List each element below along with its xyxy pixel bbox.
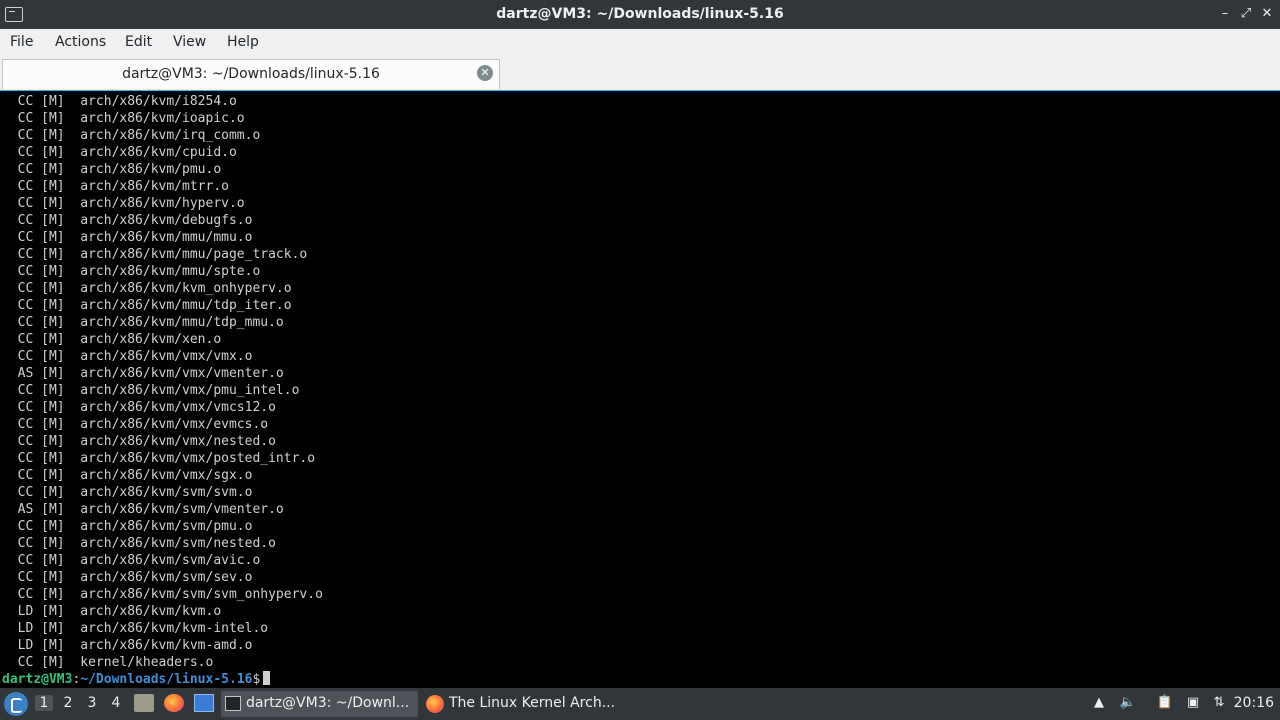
terminal-line: CC [M] arch/x86/kvm/vmx/pmu_intel.o bbox=[2, 383, 300, 398]
menu-edit[interactable]: Edit bbox=[125, 34, 152, 50]
terminal-line: AS [M] arch/x86/kvm/vmx/vmenter.o bbox=[2, 366, 284, 381]
clipboard-icon[interactable]: 📋 bbox=[1156, 694, 1174, 712]
terminal-line: CC [M] arch/x86/kvm/mmu/tdp_mmu.o bbox=[2, 315, 284, 330]
task-terminal[interactable]: dartz@VM3: ~/Downl... bbox=[221, 691, 418, 717]
show-desktop-icon[interactable] bbox=[194, 694, 214, 712]
close-window-icon[interactable]: ✕ bbox=[1259, 6, 1275, 22]
terminal-prompt[interactable]: dartz@VM3:~/Downloads/linux-5.16$ bbox=[2, 671, 323, 688]
menu-actions[interactable]: Actions bbox=[55, 34, 106, 50]
terminal-line: CC [M] arch/x86/kvm/mmu/tdp_iter.o bbox=[2, 298, 292, 313]
window-title: dartz@VM3: ~/Downloads/linux-5.16 bbox=[496, 6, 784, 22]
volume-icon[interactable]: 🔈 bbox=[1119, 694, 1137, 712]
terminal-line: CC [M] arch/x86/kvm/svm/avic.o bbox=[2, 553, 261, 568]
minimize-icon[interactable]: – bbox=[1217, 6, 1233, 22]
terminal-line: CC [M] arch/x86/kvm/vmx/vmcs12.o bbox=[2, 400, 276, 415]
file-manager-icon[interactable] bbox=[134, 694, 154, 712]
workspace-1[interactable]: 1 bbox=[35, 695, 53, 711]
terminal-line: CC [M] arch/x86/kvm/mmu/spte.o bbox=[2, 264, 261, 279]
close-tab-icon[interactable]: ✕ bbox=[477, 65, 493, 81]
menu-file[interactable]: File bbox=[10, 34, 33, 50]
terminal-line: CC [M] arch/x86/kvm/i8254.o bbox=[2, 94, 237, 109]
terminal-line: CC [M] arch/x86/kvm/vmx/posted_intr.o bbox=[2, 451, 316, 466]
terminal-line: LD [M] arch/x86/kvm/kvm-amd.o bbox=[2, 638, 253, 653]
terminal-line: CC [M] arch/x86/kvm/vmx/sgx.o bbox=[2, 468, 253, 483]
menu-bar: File Actions Edit View Help bbox=[0, 29, 1280, 57]
terminal-line: CC [M] arch/x86/kvm/vmx/vmx.o bbox=[2, 349, 253, 364]
display-icon[interactable]: ▣ bbox=[1184, 694, 1202, 712]
terminal-output[interactable]: CC [M] arch/x86/kvm/i8254.o CC [M] arch/… bbox=[0, 90, 1280, 688]
terminal-line: CC [M] arch/x86/kvm/hyperv.o bbox=[2, 196, 245, 211]
terminal-icon bbox=[225, 696, 241, 711]
terminal-line: CC [M] arch/x86/kvm/svm/svm_onhyperv.o bbox=[2, 587, 323, 602]
tab-label: dartz@VM3: ~/Downloads/linux-5.16 bbox=[122, 66, 380, 82]
terminal-line: CC [M] arch/x86/kvm/svm/svm.o bbox=[2, 485, 253, 500]
terminal-line: CC [M] arch/x86/kvm/xen.o bbox=[2, 332, 222, 347]
terminal-line: CC [M] arch/x86/kvm/mmu/mmu.o bbox=[2, 230, 253, 245]
tab-bar: dartz@VM3: ~/Downloads/linux-5.16 ✕ bbox=[0, 57, 1280, 90]
terminal-line: CC [M] arch/x86/kvm/mmu/page_track.o bbox=[2, 247, 308, 262]
prompt-user: dartz@VM3 bbox=[2, 672, 73, 687]
terminal-line: CC [M] kernel/kheaders.o bbox=[2, 655, 214, 670]
terminal-lines: CC [M] arch/x86/kvm/i8254.o CC [M] arch/… bbox=[2, 93, 323, 688]
menu-view[interactable]: View bbox=[173, 34, 206, 50]
terminal-tab[interactable]: dartz@VM3: ~/Downloads/linux-5.16 ✕ bbox=[2, 59, 500, 89]
terminal-line: CC [M] arch/x86/kvm/cpuid.o bbox=[2, 145, 237, 160]
terminal-line: CC [M] arch/x86/kvm/svm/pmu.o bbox=[2, 519, 253, 534]
workspace-4[interactable]: 4 bbox=[107, 695, 125, 711]
workspace-2[interactable]: 2 bbox=[59, 695, 77, 711]
terminal-line: CC [M] arch/x86/kvm/ioapic.o bbox=[2, 111, 245, 126]
terminal-line: CC [M] arch/x86/kvm/vmx/evmcs.o bbox=[2, 417, 269, 432]
taskbar: 1 2 3 4 dartz@VM3: ~/Downl... The Linux … bbox=[0, 688, 1280, 720]
start-menu-icon[interactable] bbox=[4, 692, 28, 716]
task-firefox[interactable]: The Linux Kernel Arch... bbox=[424, 691, 624, 717]
task-terminal-label: dartz@VM3: ~/Downl... bbox=[246, 695, 410, 711]
terminal-line: CC [M] arch/x86/kvm/svm/sev.o bbox=[2, 570, 253, 585]
terminal-line: CC [M] arch/x86/kvm/mtrr.o bbox=[2, 179, 229, 194]
clock[interactable]: 20:16 bbox=[1234, 695, 1274, 711]
terminal-line: CC [M] arch/x86/kvm/irq_comm.o bbox=[2, 128, 261, 143]
title-bar: dartz@VM3: ~/Downloads/linux-5.16 – ⤢ ✕ bbox=[0, 0, 1280, 29]
firefox-icon bbox=[426, 695, 444, 713]
terminal-line: CC [M] arch/x86/kvm/svm/nested.o bbox=[2, 536, 276, 551]
terminal-line: CC [M] arch/x86/kvm/vmx/nested.o bbox=[2, 434, 276, 449]
task-firefox-label: The Linux Kernel Arch... bbox=[449, 695, 616, 711]
prompt-path: ~/Downloads/linux-5.16 bbox=[80, 672, 253, 687]
workspace-3[interactable]: 3 bbox=[83, 695, 101, 711]
text-cursor bbox=[263, 671, 271, 685]
tray-up-arrow-icon[interactable]: ▲ bbox=[1090, 694, 1108, 712]
terminal-line: CC [M] arch/x86/kvm/pmu.o bbox=[2, 162, 222, 177]
menu-help[interactable]: Help bbox=[227, 34, 259, 50]
terminal-line: LD [M] arch/x86/kvm/kvm.o bbox=[2, 604, 222, 619]
maximize-icon[interactable]: ⤢ bbox=[1238, 6, 1254, 22]
terminal-line: CC [M] arch/x86/kvm/debugfs.o bbox=[2, 213, 253, 228]
terminal-line: CC [M] arch/x86/kvm/kvm_onhyperv.o bbox=[2, 281, 292, 296]
terminal-line: LD [M] arch/x86/kvm/kvm-intel.o bbox=[2, 621, 269, 636]
prompt-symbol: $ bbox=[252, 672, 261, 687]
terminal-line: AS [M] arch/x86/kvm/svm/vmenter.o bbox=[2, 502, 284, 517]
firefox-launcher-icon[interactable] bbox=[164, 694, 184, 712]
network-icon[interactable]: ⇅ bbox=[1210, 694, 1228, 712]
